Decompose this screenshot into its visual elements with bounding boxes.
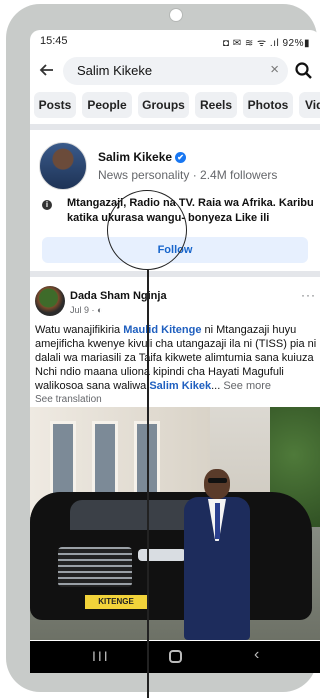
profile-avatar[interactable] — [39, 142, 87, 190]
clear-icon[interactable]: × — [270, 61, 279, 78]
search-header: Salim Kikeke × — [30, 54, 320, 88]
post-author-avatar[interactable] — [35, 286, 65, 316]
photo-person-head — [204, 469, 230, 499]
status-icons: ◘ ✉ ≋ ᯤ .ıl 92%▮ — [222, 38, 310, 49]
filter-chip-posts[interactable]: Posts — [34, 92, 76, 118]
status-bar: 15:45 ◘ ✉ ≋ ᯤ .ıl 92%▮ — [30, 30, 320, 52]
back-arrow-icon[interactable] — [36, 58, 58, 82]
post-timestamp: Jul 9 · ◐ — [70, 305, 103, 315]
tap-indicator-circle — [107, 190, 187, 270]
section-divider — [30, 271, 320, 277]
filter-chip-people[interactable]: People — [82, 92, 132, 118]
search-query: Salim Kikeke — [77, 63, 153, 78]
camera-punch-hole — [169, 8, 183, 22]
search-input[interactable]: Salim Kikeke × — [63, 57, 288, 85]
filter-chip-photos[interactable]: Photos — [243, 92, 293, 118]
filter-chip-reels[interactable]: Reels — [195, 92, 237, 118]
verified-badge-icon: ✔ — [175, 152, 187, 163]
profile-name[interactable]: Salim Kikeke ✔ — [98, 150, 187, 164]
tap-indicator-line — [147, 270, 149, 698]
status-time: 15:45 — [40, 35, 68, 47]
photo-window — [92, 421, 118, 501]
home-button[interactable] — [169, 650, 182, 663]
photo-person-sunglasses — [208, 478, 227, 483]
photo-license-plate: KITENGE — [85, 595, 147, 609]
phone-screen: 15:45 ◘ ✉ ≋ ᯤ .ıl 92%▮ Salim Kikeke × Po… — [30, 30, 320, 673]
photo-person — [178, 469, 258, 640]
see-more-link[interactable]: See more — [220, 380, 271, 392]
more-options-icon[interactable]: ··· — [301, 288, 316, 302]
filter-chip-videos[interactable]: Vid — [299, 92, 320, 118]
post-photo[interactable]: KITENGE — [30, 407, 320, 640]
see-translation-link[interactable]: See translation — [35, 394, 102, 405]
search-icon[interactable] — [294, 61, 314, 81]
profile-meta: News personality · 2.4M followers — [98, 168, 278, 182]
mention-link[interactable]: Maulid Kitenge — [123, 324, 201, 336]
profile-bio: Mtangazaji, Radio na TV. Raia wa Afrika.… — [67, 197, 314, 224]
photo-person-tie — [215, 503, 220, 539]
section-divider — [30, 124, 320, 130]
post-text-part: ... — [211, 380, 221, 392]
filter-chip-groups[interactable]: Groups — [138, 92, 189, 118]
photo-window — [50, 421, 76, 501]
recents-button[interactable]: III — [92, 648, 110, 664]
android-nav-bar: III ‹ — [30, 641, 320, 673]
mention-link[interactable]: Salim Kikek — [149, 380, 211, 392]
profile-name-text: Salim Kikeke — [98, 150, 173, 164]
back-button[interactable]: ‹ — [254, 646, 259, 664]
info-icon: i — [42, 200, 52, 210]
post-author-name[interactable]: Dada Sham Nginja — [70, 290, 167, 302]
post-text-part: Watu wanajifikiria — [35, 324, 124, 336]
photo-car-grille — [58, 547, 132, 587]
post-text: Watu wanajifikiria Maulid Kitenge ni Mta… — [35, 323, 318, 393]
